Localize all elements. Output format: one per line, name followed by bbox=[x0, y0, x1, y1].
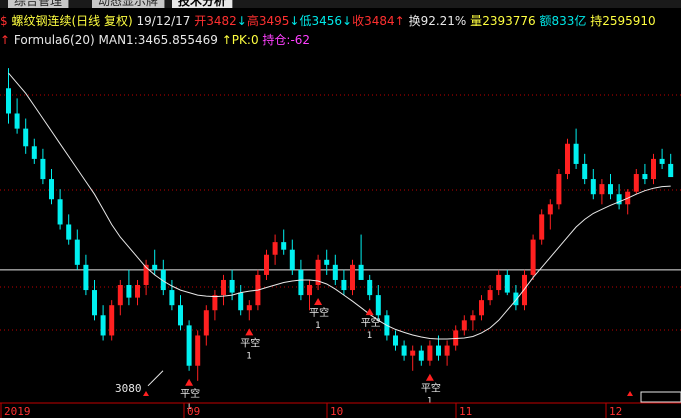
low-price-label: 3080 bbox=[115, 382, 142, 395]
candle-body bbox=[229, 279, 235, 293]
candle-body bbox=[66, 224, 72, 240]
candle-body bbox=[135, 285, 140, 298]
candle-body bbox=[178, 305, 183, 326]
candle-body bbox=[83, 264, 89, 291]
candlestick-chart[interactable]: 平空1平空1平空1 平空1平空130802019 09 10 11 12 bbox=[0, 0, 681, 418]
candle-body bbox=[367, 279, 373, 296]
candle-body bbox=[6, 88, 11, 114]
ma-line bbox=[8, 72, 671, 340]
signal-label: 平空 bbox=[361, 316, 381, 329]
candle-body bbox=[427, 345, 433, 361]
candle-body bbox=[264, 254, 269, 275]
candle-body bbox=[169, 290, 175, 306]
candle-body bbox=[350, 264, 355, 291]
signal-label: 平空 bbox=[421, 382, 441, 395]
candle-body bbox=[496, 274, 502, 291]
candle-body bbox=[487, 290, 493, 301]
candle-body bbox=[281, 242, 287, 250]
candle-body bbox=[513, 292, 519, 306]
candle-body bbox=[375, 295, 381, 316]
candle-body bbox=[74, 239, 80, 265]
axis-marker-icon bbox=[627, 391, 633, 396]
candle-body bbox=[608, 184, 613, 195]
candle-body bbox=[418, 350, 424, 361]
x-axis-label: 09 bbox=[187, 405, 200, 418]
candle-body bbox=[152, 264, 158, 270]
candle-body bbox=[272, 242, 278, 255]
candle-body bbox=[436, 345, 441, 356]
candle-body bbox=[117, 285, 123, 306]
candle-body bbox=[393, 335, 398, 346]
candle-body bbox=[565, 143, 570, 175]
candle-body bbox=[547, 204, 553, 215]
x-axis-label: 2019 bbox=[4, 405, 31, 418]
candle-body bbox=[126, 285, 132, 298]
signal-label: 平空 bbox=[180, 387, 200, 400]
candle-body bbox=[298, 269, 304, 296]
signal-label: 平空 bbox=[309, 306, 329, 319]
candle-body bbox=[238, 292, 244, 311]
candle-body bbox=[186, 325, 192, 366]
signal-arrow-up-icon bbox=[245, 328, 254, 336]
candle-body bbox=[401, 345, 407, 356]
candle-body bbox=[504, 274, 510, 293]
signal-arrow-up-icon bbox=[425, 373, 434, 381]
candle-body bbox=[479, 300, 484, 316]
candle-body bbox=[221, 279, 226, 296]
x-axis-label: 11 bbox=[459, 405, 472, 418]
candle-body bbox=[212, 295, 218, 311]
candle-body bbox=[341, 279, 347, 291]
candle-body bbox=[470, 315, 476, 321]
candle-body bbox=[100, 315, 106, 336]
axis-marker-icon bbox=[143, 391, 149, 396]
candle-body bbox=[57, 199, 63, 225]
candle-body bbox=[40, 158, 46, 180]
candle-body bbox=[651, 158, 656, 180]
candle-body bbox=[195, 335, 201, 366]
signal-count: 1 bbox=[427, 397, 432, 407]
x-axis-label: 10 bbox=[330, 405, 343, 418]
candle-body bbox=[246, 305, 252, 311]
low-price-pointer bbox=[147, 370, 164, 387]
candle-body bbox=[530, 239, 536, 275]
signal-count: 1 bbox=[367, 331, 372, 341]
candle-body bbox=[556, 174, 562, 205]
candle-body bbox=[590, 179, 596, 195]
candle-body bbox=[203, 310, 209, 336]
candle-body bbox=[92, 290, 97, 316]
candle-body bbox=[659, 158, 665, 164]
scroll-box bbox=[640, 391, 681, 403]
candle-body bbox=[332, 264, 338, 280]
candle-body bbox=[14, 113, 20, 129]
candle-body bbox=[642, 174, 648, 180]
candle-body bbox=[324, 259, 330, 265]
signal-label: 平空 bbox=[240, 336, 260, 349]
candle-body bbox=[573, 143, 579, 164]
candle-body bbox=[410, 350, 416, 356]
signal-arrow-up-icon bbox=[314, 298, 323, 306]
candle-body bbox=[23, 128, 29, 147]
signal-arrow-up-icon bbox=[185, 378, 194, 386]
candle-body bbox=[289, 249, 295, 270]
candle-body bbox=[539, 214, 545, 240]
x-axis-label: 12 bbox=[609, 405, 622, 418]
candle-body bbox=[307, 285, 312, 296]
candle-body bbox=[668, 163, 674, 178]
candle-body bbox=[109, 305, 115, 336]
candle-body bbox=[582, 163, 588, 180]
candle-body bbox=[31, 146, 37, 159]
signal-count: 1 bbox=[246, 351, 251, 361]
candle-body bbox=[444, 345, 450, 356]
candle-body bbox=[49, 179, 54, 200]
candle-body bbox=[358, 264, 364, 280]
candle-body bbox=[633, 174, 639, 192]
signal-count: 1 bbox=[315, 321, 320, 331]
candle-body bbox=[461, 320, 467, 331]
candle-body bbox=[599, 184, 605, 195]
candle-body bbox=[522, 274, 527, 306]
